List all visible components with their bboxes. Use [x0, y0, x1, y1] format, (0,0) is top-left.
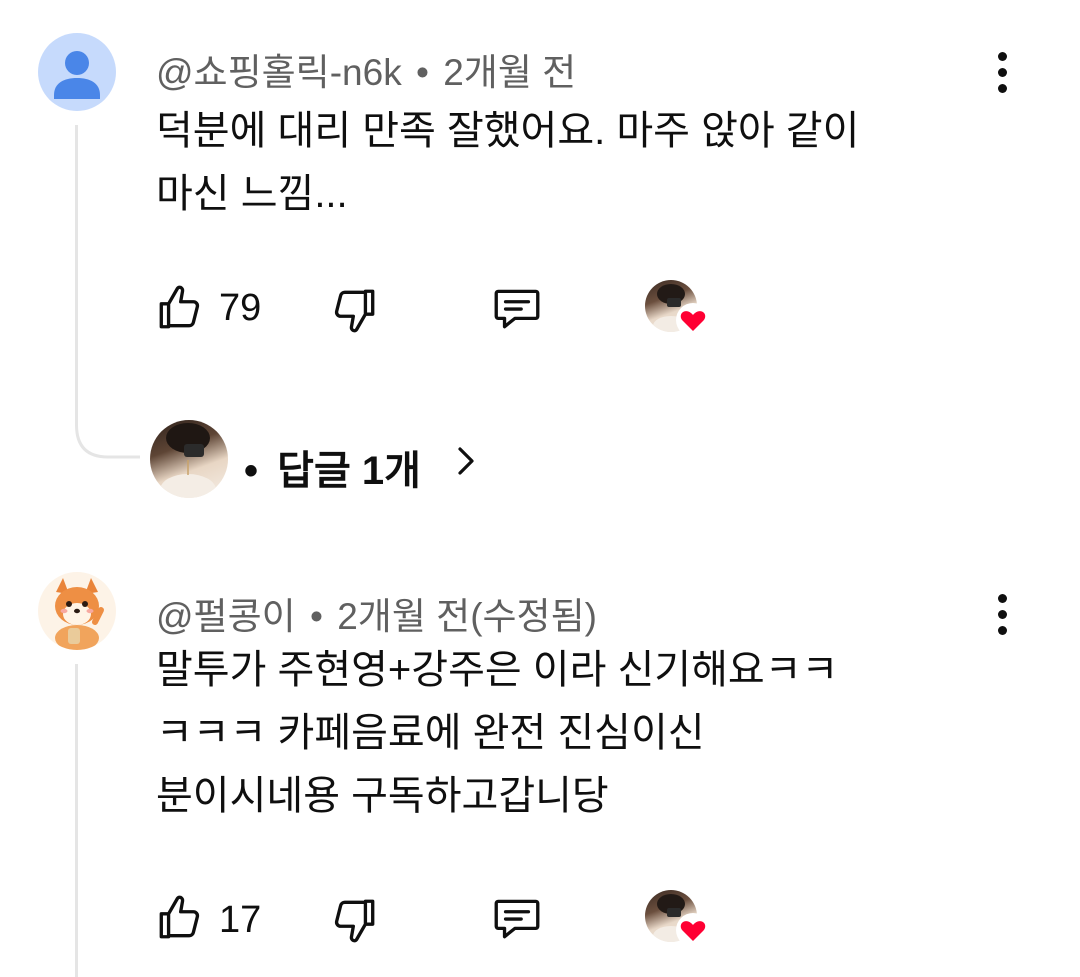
reply-count-label: 답글 1개	[277, 449, 421, 493]
comment-text: 덕분에 대리 만족 잘했어요. 마주 앉아 같이 마신 느낌...	[156, 100, 1036, 226]
chevron-right-icon	[458, 447, 474, 475]
comment-author[interactable]: @펄콩이	[156, 596, 296, 637]
comment-text: 말투가 주현영+강주은 이라 신기해요ㅋㅋ ㅋㅋㅋ 카페음료에 완전 진심이신 …	[156, 639, 1036, 828]
heart-icon	[676, 303, 710, 337]
like-button[interactable]	[154, 283, 204, 333]
comment-time: 2개월 전	[443, 52, 577, 93]
comment-text-line: 분이시네용 구독하고갑니당	[156, 774, 609, 818]
comment-text-line: ㅋㅋㅋ 카페음료에 완전 진심이신	[156, 711, 705, 755]
default-person-icon	[54, 51, 100, 99]
like-button[interactable]	[154, 893, 204, 943]
comment-more-button[interactable]	[996, 52, 1010, 94]
comment-header: @펄콩이 • 2개월 전(수정됨)	[156, 586, 597, 640]
reply-button[interactable]	[490, 283, 544, 333]
thread-line	[75, 125, 78, 415]
thumbs-up-icon	[159, 895, 200, 939]
comment-author-avatar[interactable]	[38, 33, 116, 111]
comment-time: 2개월 전(수정됨)	[337, 596, 597, 637]
comment-text-line: 말투가 주현영+강주은 이라 신기해요ㅋㅋ	[156, 648, 839, 692]
thumbs-down-icon	[334, 289, 375, 333]
comment-text-line: 덕분에 대리 만족 잘했어요. 마주 앉아 같이	[156, 109, 860, 153]
comment-text-line: 마신 느낌...	[156, 172, 348, 216]
creator-heart-badge	[645, 890, 715, 952]
more-vert-icon	[996, 52, 1010, 94]
thread-line	[75, 664, 78, 977]
thread-connector	[75, 405, 140, 459]
comment-reply-icon	[494, 899, 540, 939]
meta-separator: •	[415, 52, 429, 93]
reply-button[interactable]	[490, 893, 544, 943]
comment-reply-icon	[494, 289, 540, 329]
meta-separator: •	[309, 596, 323, 637]
shiba-dog-avatar	[55, 578, 104, 650]
like-count: 17	[219, 899, 262, 941]
like-count: 79	[219, 287, 262, 329]
more-vert-icon	[996, 594, 1010, 636]
heart-icon	[676, 913, 710, 947]
dislike-button[interactable]	[330, 895, 380, 945]
comment-header: @쇼핑홀릭-n6k • 2개월 전	[156, 42, 576, 96]
comment-author-avatar[interactable]	[38, 572, 116, 650]
comment-author[interactable]: @쇼핑홀릭-n6k	[156, 52, 402, 93]
thumbs-down-icon	[334, 899, 375, 943]
comment-more-button[interactable]	[996, 594, 1010, 636]
view-replies-button[interactable]: • 답글 1개	[150, 420, 490, 500]
creator-heart-badge	[645, 280, 715, 342]
reply-bullet: •	[244, 449, 259, 493]
dislike-button[interactable]	[330, 285, 380, 335]
thumbs-up-icon	[159, 285, 200, 329]
reply-author-avatar	[150, 420, 228, 498]
